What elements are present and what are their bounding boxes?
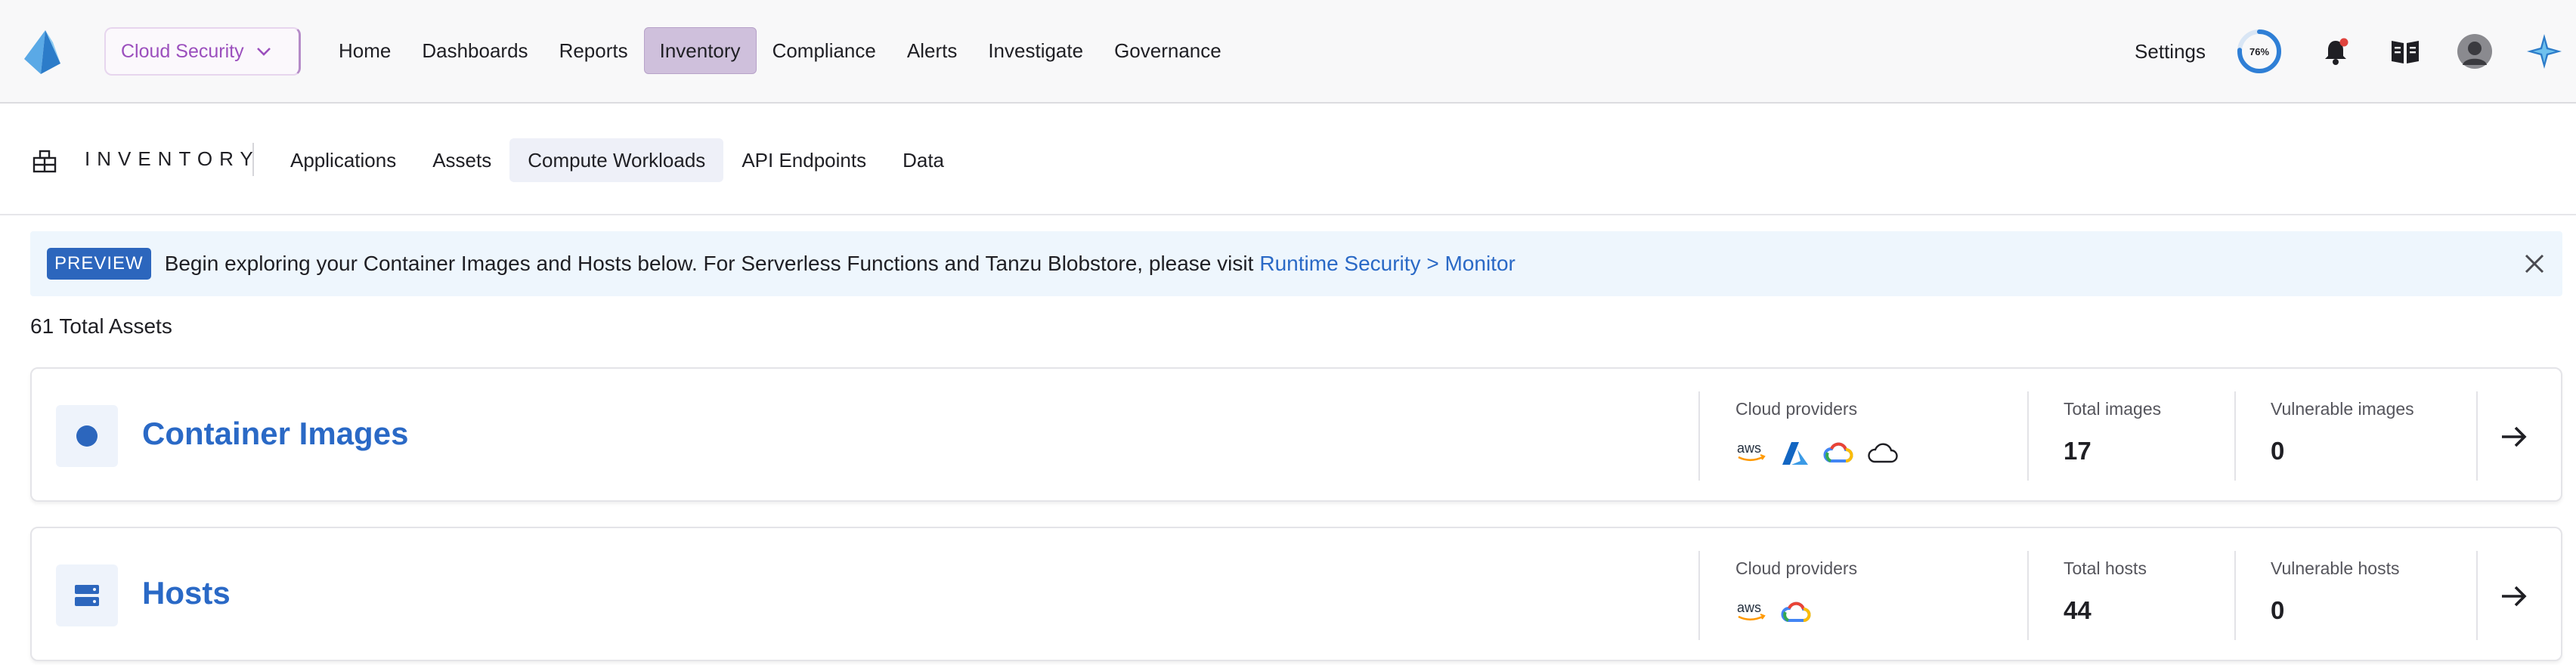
inventory-icon [33, 150, 57, 173]
notifications-button[interactable] [2316, 32, 2355, 71]
total-images-value: 17 [2064, 437, 2091, 465]
product-switcher-dropdown[interactable]: Cloud Security [104, 27, 301, 76]
open-book-icon [2392, 41, 2419, 63]
nav-reports[interactable]: Reports [544, 27, 643, 74]
card-divider [2234, 391, 2236, 481]
tab-data[interactable]: Data [884, 138, 962, 182]
container-image-icon-box [56, 405, 118, 467]
nav-inventory[interactable]: Inventory [643, 27, 757, 74]
app-switcher-icon [2527, 34, 2562, 69]
nav-governance[interactable]: Governance [1099, 27, 1237, 74]
cloud-icon [1867, 442, 1899, 465]
tab-api-endpoints[interactable]: API Endpoints [723, 138, 884, 182]
top-navigation-bar: Cloud Security Home Dashboards Reports I… [0, 0, 2576, 104]
bell-icon [2325, 38, 2348, 65]
notification-dot [2339, 38, 2348, 47]
settings-link[interactable]: Settings [2135, 40, 2206, 63]
card-divider [1698, 391, 1700, 481]
gcp-icon [1823, 441, 1853, 466]
cloud-providers-list: aws [1735, 598, 1825, 628]
cloud-providers-label: Cloud providers [1735, 558, 1858, 578]
arrow-right-icon[interactable] [2499, 422, 2529, 452]
main-navigation: Home Dashboards Reports Inventory Compli… [324, 27, 1237, 74]
vulnerable-hosts-label: Vulnerable hosts [2271, 558, 2400, 578]
total-hosts-value: 44 [2064, 596, 2091, 624]
tab-assets[interactable]: Assets [414, 138, 509, 182]
cloud-providers-list: aws [1735, 438, 1912, 469]
nav-home[interactable]: Home [324, 27, 406, 74]
total-assets-count: 61 Total Assets [30, 314, 172, 338]
section-title: INVENTORY [85, 147, 260, 170]
card-divider [2027, 551, 2029, 640]
tab-compute-workloads[interactable]: Compute Workloads [509, 138, 724, 182]
chevron-down-icon [256, 48, 271, 56]
app-switcher-button[interactable] [2525, 32, 2564, 71]
svg-text:aws: aws [1737, 600, 1761, 615]
close-icon[interactable] [2523, 252, 2546, 275]
preview-badge: PREVIEW [47, 248, 151, 280]
host-server-icon-box [56, 564, 118, 626]
preview-banner: PREVIEW Begin exploring your Container I… [30, 231, 2562, 296]
vulnerable-hosts-value: 0 [2271, 596, 2285, 624]
app-logo-icon[interactable] [23, 29, 62, 76]
vulnerable-images-label: Vulnerable images [2271, 399, 2414, 419]
card-title[interactable]: Hosts [142, 575, 231, 611]
card-divider [2476, 551, 2478, 640]
container-image-icon [76, 425, 98, 447]
aws-icon: aws [1735, 600, 1767, 626]
nav-compliance[interactable]: Compliance [757, 27, 891, 74]
banner-message: Begin exploring your Container Images an… [164, 252, 1254, 275]
card-divider [1698, 551, 1700, 640]
user-avatar[interactable] [2455, 32, 2494, 71]
container-images-card[interactable]: Container Images Cloud providers aws Tot… [30, 367, 2562, 502]
card-divider [2476, 391, 2478, 481]
tab-applications[interactable]: Applications [272, 138, 414, 182]
setup-progress-ring[interactable]: 76% [2236, 28, 2283, 75]
avatar-icon [2457, 34, 2492, 69]
card-title[interactable]: Container Images [142, 416, 408, 452]
section-divider [252, 143, 254, 176]
nav-investigate[interactable]: Investigate [973, 27, 1098, 74]
header-tools: Settings 76% [2135, 23, 2576, 80]
product-switcher-label: Cloud Security [121, 40, 244, 62]
total-images-label: Total images [2064, 399, 2162, 419]
aws-icon: aws [1735, 441, 1767, 466]
azure-icon [1781, 441, 1810, 466]
gcp-icon [1781, 601, 1811, 625]
host-server-icon [75, 585, 99, 606]
progress-percent-label: 76% [2249, 45, 2270, 57]
vulnerable-images-value: 0 [2271, 437, 2285, 465]
hosts-card[interactable]: Hosts Cloud providers aws Total hosts 44… [30, 527, 2562, 661]
arrow-right-icon[interactable] [2499, 581, 2529, 611]
cloud-providers-label: Cloud providers [1735, 399, 1858, 419]
runtime-security-link[interactable]: Runtime Security > Monitor [1259, 252, 1515, 276]
inventory-tabs: Applications Assets Compute Workloads AP… [272, 138, 962, 182]
nav-alerts[interactable]: Alerts [892, 27, 972, 74]
total-hosts-label: Total hosts [2064, 558, 2147, 578]
card-divider [2027, 391, 2029, 481]
card-divider [2234, 551, 2236, 640]
nav-dashboards[interactable]: Dashboards [407, 27, 543, 74]
documentation-button[interactable] [2386, 32, 2425, 71]
inventory-subnav-bar: INVENTORY Applications Assets Compute Wo… [0, 104, 2576, 215]
svg-text:aws: aws [1737, 441, 1761, 456]
